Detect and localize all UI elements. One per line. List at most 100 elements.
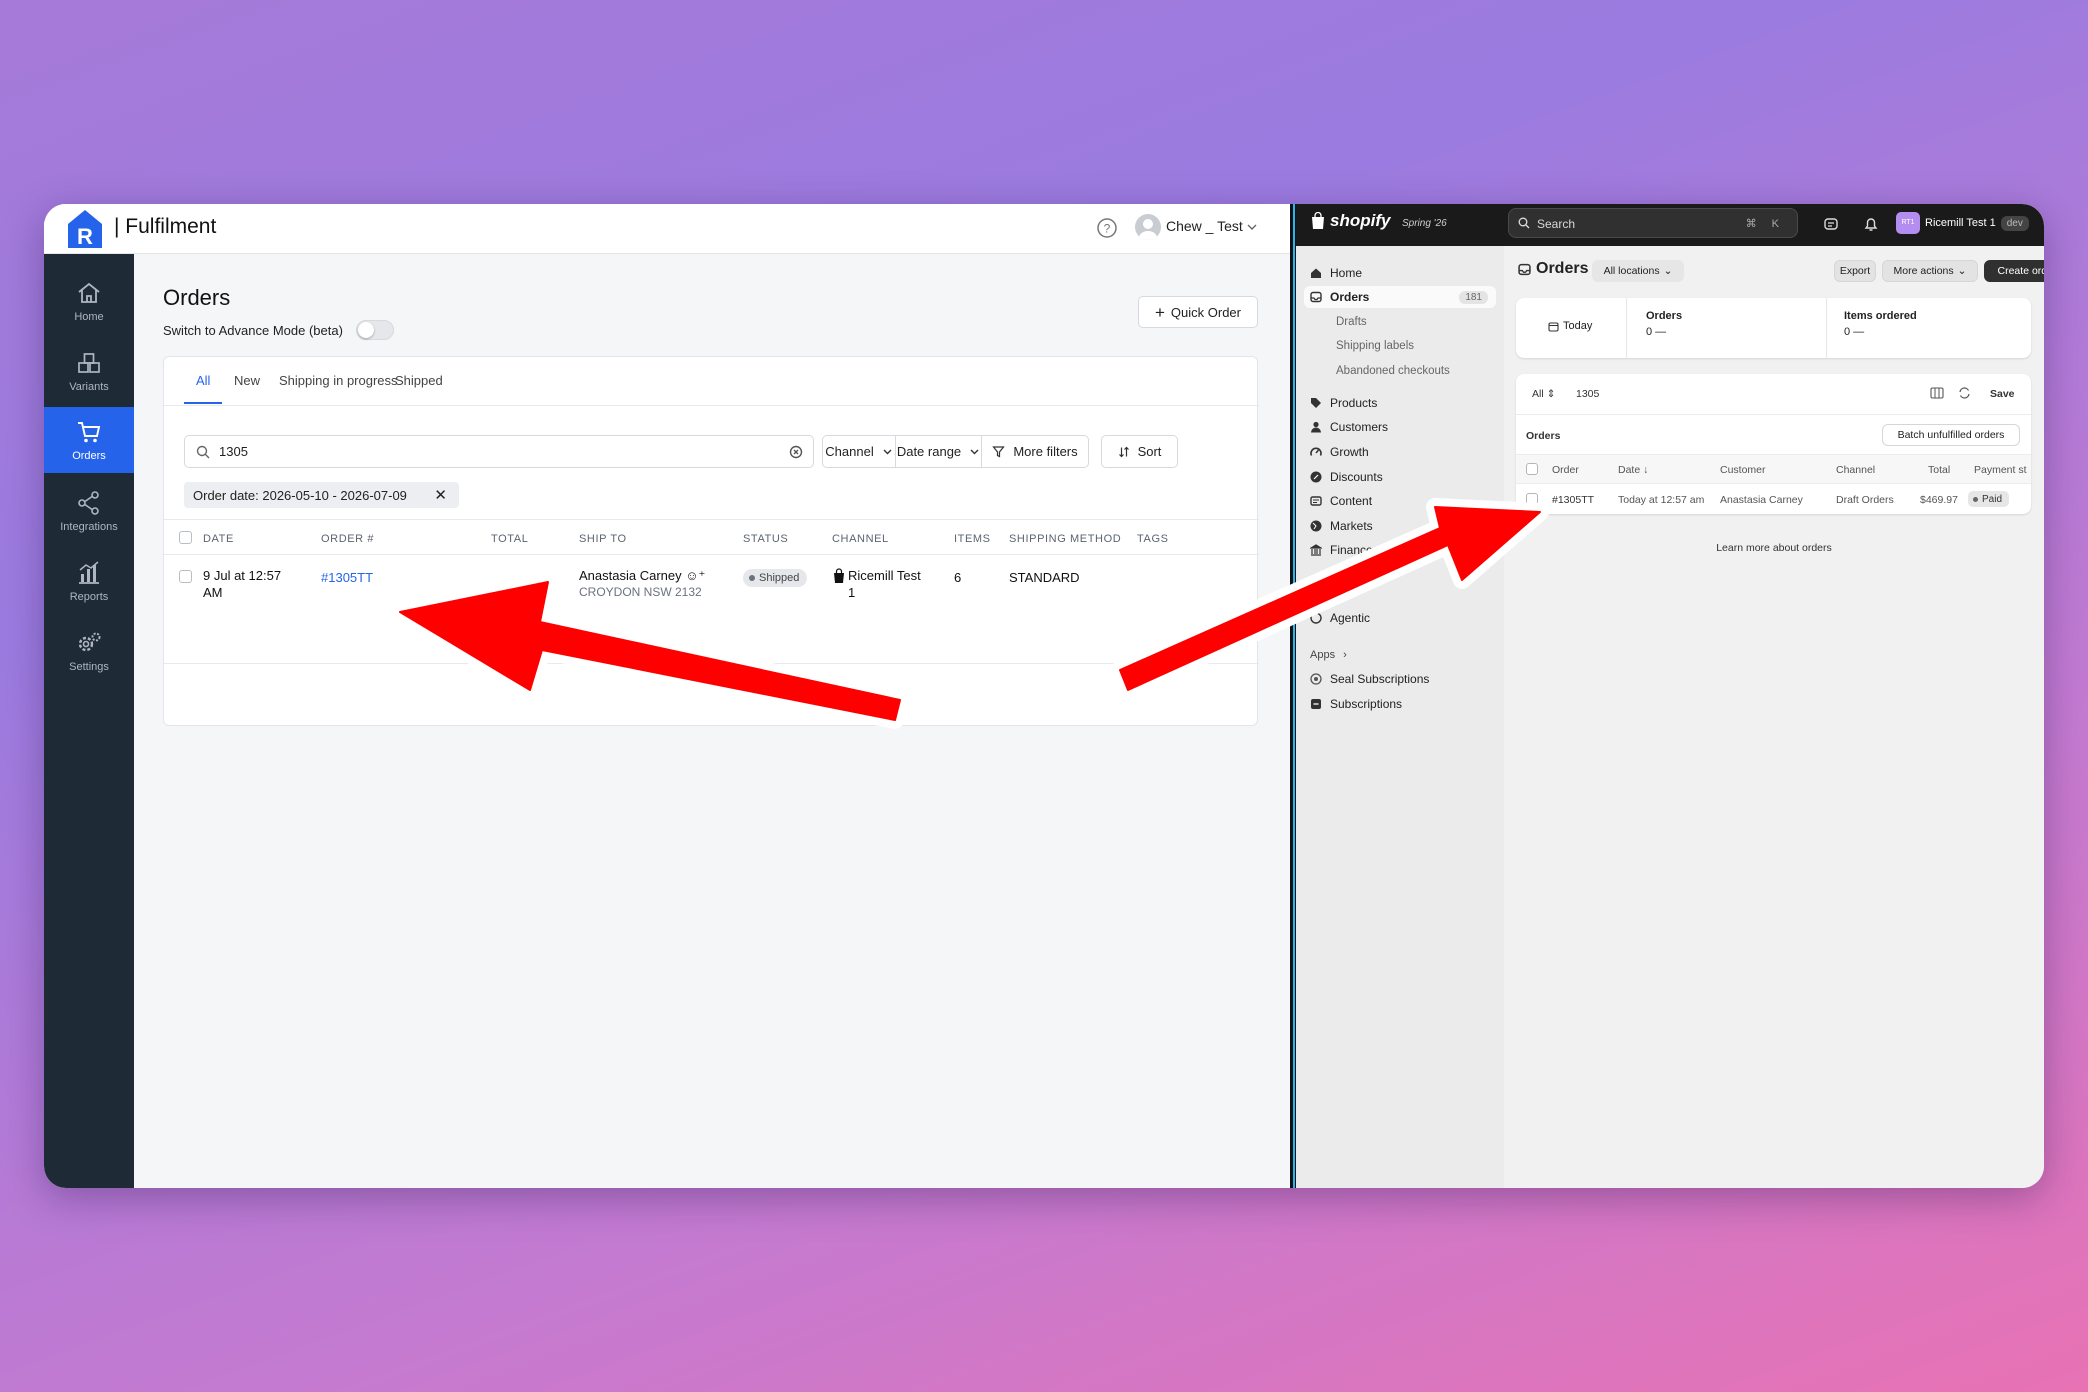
subscriptions-icon	[1311, 699, 1321, 709]
view-selector[interactable]: All ⇕	[1532, 388, 1555, 400]
nav-label: Home	[74, 311, 104, 323]
col-status[interactable]: STATUS	[743, 533, 788, 545]
date-range-label: Date range	[896, 444, 962, 459]
sidebar-label: Drafts	[1336, 316, 1367, 328]
shopify-sidebar: Home Orders 181 Drafts Shipping labels Ab…	[1296, 246, 1504, 1188]
col-ship-to[interactable]: SHIP TO	[579, 533, 627, 545]
col-items[interactable]: ITEMS	[954, 533, 991, 545]
shopify-top-bar: shopify Spring '26 Search ⌘ K RT1 Ricemi…	[1296, 204, 2044, 246]
clear-icon[interactable]	[789, 445, 803, 459]
sidebar-item-content[interactable]: Content	[1310, 490, 1372, 512]
table-divider	[1516, 414, 2031, 415]
sidebar-item-orders[interactable]: Orders 181	[1304, 286, 1496, 308]
channel-filter[interactable]: Channel	[822, 435, 896, 468]
tab-shipping-in-progress[interactable]: Shipping in progress	[279, 373, 398, 388]
sidebar-item-seal-subscriptions[interactable]: Seal Subscriptions	[1310, 668, 1429, 690]
nav-label: Orders	[72, 450, 106, 462]
bank-icon	[1310, 544, 1322, 556]
store-switcher[interactable]: RT1 Ricemill Test 1 dev	[1896, 212, 2029, 234]
tab-all[interactable]: All	[196, 373, 210, 388]
smile-plus-icon[interactable]: ☺⁺	[685, 568, 705, 583]
sidebar-item-finance[interactable]: Finance	[1310, 539, 1373, 561]
close-icon[interactable]: ✕	[434, 486, 447, 504]
sidebar-item-home[interactable]: Home	[1310, 262, 1362, 284]
search-input[interactable]: 1305	[184, 435, 814, 468]
sidebar-item-subscriptions[interactable]: Subscriptions	[1310, 693, 1402, 715]
discount-icon	[1310, 471, 1322, 483]
sort-button[interactable]: Sort	[1101, 435, 1178, 468]
table-row[interactable]: 9 Jul at 12:57 AM #1305TT Anastasia Carn…	[164, 555, 1259, 663]
nav-variants[interactable]: Variants	[44, 338, 134, 404]
shopify-main: Orders All locations ⌄ Export More action…	[1504, 246, 2044, 1188]
batch-unfulfilled-button[interactable]: Batch unfulfilled orders	[1882, 424, 2020, 446]
sidebar-item-agentic[interactable]: Agentic	[1310, 607, 1370, 629]
global-search-input[interactable]: Search ⌘ K	[1508, 208, 1798, 238]
ship-name: Anastasia Carney ☺⁺	[579, 567, 705, 584]
tab-new[interactable]: New	[234, 373, 260, 388]
shopify-logo[interactable]: shopify	[1310, 211, 1390, 231]
table-search-value[interactable]: 1305	[1576, 388, 1599, 400]
channel-filter-label: Channel	[825, 444, 874, 459]
create-order-button[interactable]: Create order	[1984, 260, 2044, 282]
col-date[interactable]: Date ↓	[1618, 464, 1648, 476]
learn-more-link[interactable]: Learn more about orders	[1504, 542, 2044, 554]
sidebar-item-products[interactable]: Products	[1310, 392, 1377, 414]
quick-order-button[interactable]: + Quick Order	[1138, 296, 1258, 328]
sidebar-item-abandoned-checkouts[interactable]: Abandoned checkouts	[1336, 360, 1450, 382]
col-total[interactable]: Total	[1928, 464, 1950, 476]
columns-icon[interactable]	[1930, 387, 1944, 399]
table-row[interactable]: #1305TT Today at 12:57 am Anastasia Carn…	[1516, 484, 2031, 514]
tab-shipped[interactable]: Shipped	[395, 373, 443, 388]
order-link[interactable]: #1305TT	[321, 569, 373, 586]
col-tags[interactable]: TAGS	[1137, 533, 1169, 545]
chevron-down-icon	[883, 449, 892, 455]
sidekick-icon[interactable]	[1822, 215, 1840, 233]
advance-mode-toggle[interactable]	[356, 320, 394, 340]
sidebar-item-customers[interactable]: Customers	[1310, 416, 1388, 438]
row-checkbox[interactable]	[1526, 493, 1538, 505]
col-order[interactable]: Order	[1552, 464, 1579, 476]
stat-orders[interactable]: Orders 0 —	[1646, 310, 1682, 338]
shopify-brand: shopify	[1330, 211, 1391, 230]
nav-home[interactable]: Home	[44, 268, 134, 334]
col-shipping-method[interactable]: SHIPPING METHOD	[1009, 533, 1121, 545]
nav-orders[interactable]: Orders	[44, 407, 134, 473]
col-payment-status[interactable]: Payment st	[1974, 464, 2027, 476]
select-all-checkbox[interactable]	[1526, 463, 1538, 475]
nav-settings[interactable]: Settings	[44, 618, 134, 684]
select-all-checkbox[interactable]	[179, 531, 192, 544]
chevron-down-icon[interactable]	[1246, 221, 1258, 233]
locations-dropdown[interactable]: All locations ⌄	[1592, 260, 1684, 282]
sidebar-apps-header[interactable]: Apps ›	[1310, 644, 1347, 666]
row-checkbox[interactable]	[179, 570, 192, 583]
sidebar-item-growth[interactable]: Growth	[1310, 441, 1369, 463]
save-button[interactable]: Save	[1990, 388, 2015, 400]
chevron-down-icon: ⌄	[1663, 265, 1673, 277]
nav-integrations[interactable]: Integrations	[44, 478, 134, 544]
stat-items-ordered[interactable]: Items ordered 0 —	[1844, 310, 1917, 338]
nav-reports[interactable]: Reports	[44, 548, 134, 614]
bell-icon[interactable]	[1862, 215, 1880, 233]
order-number[interactable]: #1305TT	[1552, 494, 1594, 506]
sidebar-item-shipping-labels[interactable]: Shipping labels	[1336, 335, 1414, 357]
user-name[interactable]: Chew _ Test	[1166, 218, 1243, 234]
help-icon[interactable]: ?	[1096, 217, 1118, 239]
col-total[interactable]: TOTAL	[491, 533, 528, 545]
refresh-icon[interactable]	[1958, 387, 1971, 399]
fulfilment-logo[interactable]: R	[64, 208, 106, 250]
sidebar-item-drafts[interactable]: Drafts	[1336, 311, 1367, 333]
col-channel[interactable]: CHANNEL	[832, 533, 889, 545]
col-order[interactable]: ORDER #	[321, 533, 374, 545]
date-range-filter[interactable]: Date range	[895, 435, 982, 468]
more-actions-button[interactable]: More actions ⌄	[1882, 260, 1978, 282]
col-date[interactable]: DATE	[203, 533, 234, 545]
sidebar-item-markets[interactable]: Markets	[1310, 515, 1373, 537]
date-picker[interactable]: Today	[1548, 320, 1592, 332]
avatar[interactable]	[1135, 214, 1161, 240]
export-button[interactable]: Export	[1834, 260, 1876, 282]
col-channel[interactable]: Channel	[1836, 464, 1875, 476]
orders-heading: Orders	[1518, 260, 1588, 278]
sidebar-item-discounts[interactable]: Discounts	[1310, 466, 1383, 488]
more-filters-button[interactable]: More filters	[981, 435, 1089, 468]
col-customer[interactable]: Customer	[1720, 464, 1766, 476]
